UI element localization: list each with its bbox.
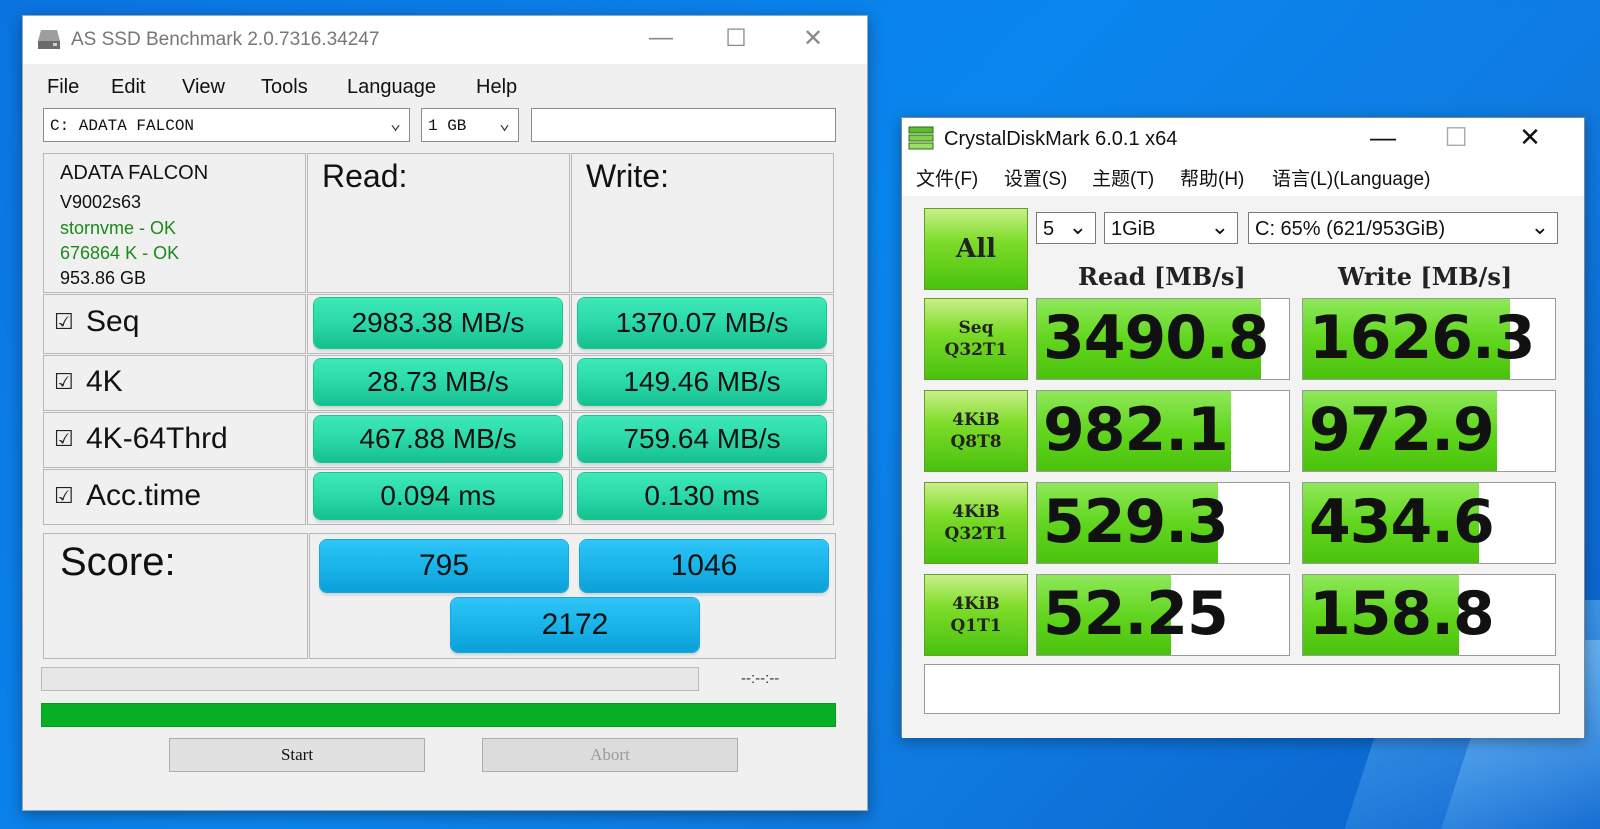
crystaldiskmark-window: CrystalDiskMark 6.0.1 x64 — ☐ ✕ 文件(F) 设置…: [901, 117, 1585, 738]
result-4k-q32t1-read: 529.3: [1036, 482, 1290, 564]
write-column-header: Write [MB/s]: [1338, 262, 1513, 291]
row-seq-label[interactable]: ☑ Seq: [43, 294, 306, 354]
result-value: 149.46 MB/s: [578, 359, 826, 405]
minimize-button[interactable]: —: [1363, 122, 1403, 153]
as-ssd-titlebar[interactable]: AS SSD Benchmark 2.0.7316.34247 — ☐ ✕: [23, 16, 867, 64]
start-button[interactable]: Start: [169, 738, 425, 772]
score-read: 795: [320, 540, 568, 592]
result-seq-read: 3490.8: [1036, 298, 1290, 380]
result-value: 0.094 ms: [314, 473, 562, 519]
abort-button[interactable]: Abort: [482, 738, 738, 772]
cell-acctime-write: 0.130 ms: [571, 469, 834, 525]
test-4k-q32t1-button[interactable]: 4KiB Q32T1: [924, 482, 1028, 564]
result-4k-q8t8-write: 972.9: [1302, 390, 1556, 472]
count-select[interactable]: 5 ⌄: [1036, 212, 1096, 244]
result-value: 0.130 ms: [578, 473, 826, 519]
status-field: [531, 108, 836, 142]
chevron-down-icon: ⌄: [499, 115, 510, 135]
result-value: 28.73 MB/s: [314, 359, 562, 405]
driver-status: stornvme - OK: [60, 218, 177, 238]
cell-4k64-read: 467.88 MB/s: [307, 412, 570, 468]
menu-view[interactable]: View: [182, 76, 225, 99]
result-value: 759.64 MB/s: [578, 416, 826, 462]
row-acctime-label[interactable]: ☑ Acc.time: [43, 469, 306, 525]
menu-tools[interactable]: Tools: [261, 76, 308, 99]
drive-select[interactable]: C: ADATA FALCON ⌄: [43, 108, 410, 142]
chevron-down-icon: ⌄: [1530, 214, 1549, 239]
elapsed-time: --:--:--: [741, 670, 780, 687]
size-select[interactable]: 1 GB ⌄: [421, 108, 519, 142]
disk-stack-icon: [908, 126, 934, 150]
result-value: 467.88 MB/s: [314, 416, 562, 462]
score-label-panel: Score:: [43, 533, 308, 659]
menu-language[interactable]: Language: [347, 76, 436, 99]
menu-file[interactable]: File: [47, 76, 79, 99]
result-value: 2983.38 MB/s: [314, 298, 562, 348]
result-4k-q1t1-read: 52.25: [1036, 574, 1290, 656]
firmware-version: V9002s63: [60, 192, 142, 212]
close-button[interactable]: ✕: [1510, 122, 1550, 153]
run-all-button[interactable]: All: [924, 208, 1028, 290]
maximize-button[interactable]: ☐: [1436, 122, 1476, 153]
cdm-titlebar[interactable]: CrystalDiskMark 6.0.1 x64 — ☐ ✕: [902, 118, 1584, 160]
chevron-down-icon: ⌄: [1068, 214, 1087, 239]
cell-seq-read: 2983.38 MB/s: [307, 294, 570, 354]
menu-help[interactable]: 帮助(H): [1180, 164, 1244, 191]
drive-info-panel: ADATA FALCON V9002s63 stornvme - OK 6768…: [43, 153, 306, 293]
read-column-header: Read [MB/s]: [1078, 262, 1246, 291]
result-seq-write: 1626.3: [1302, 298, 1556, 380]
menu-help[interactable]: Help: [476, 76, 517, 99]
as-ssd-window: AS SSD Benchmark 2.0.7316.34247 — ☐ ✕ Fi…: [22, 15, 868, 811]
row-4k-label[interactable]: ☑ 4K: [43, 355, 306, 411]
minimize-button[interactable]: —: [641, 24, 681, 52]
hard-drive-icon: [38, 30, 60, 49]
maximize-button[interactable]: ☐: [716, 24, 756, 53]
size-select[interactable]: 1GiB ⌄: [1104, 212, 1238, 244]
drive-select[interactable]: C: 65% (621/953GiB) ⌄: [1248, 212, 1558, 244]
result-value: 1370.07 MB/s: [578, 298, 826, 348]
menu-bar: File Edit View Tools Language Help: [23, 76, 867, 106]
menu-edit[interactable]: Edit: [111, 76, 145, 99]
menu-settings[interactable]: 设置(S): [1004, 164, 1067, 191]
cell-4k64-write: 759.64 MB/s: [571, 412, 834, 468]
menu-theme[interactable]: 主题(T): [1092, 164, 1154, 191]
test-progress-bar: [41, 667, 699, 691]
drive-capacity: 953.86 GB: [60, 268, 147, 288]
read-column-header: Read:: [307, 153, 570, 293]
cell-4k-read: 28.73 MB/s: [307, 355, 570, 411]
test-4k-q8t8-button[interactable]: 4KiB Q8T8: [924, 390, 1028, 472]
checkbox-4k[interactable]: ☑: [54, 369, 74, 395]
result-4k-q32t1-write: 434.6: [1302, 482, 1556, 564]
result-4k-q8t8-read: 982.1: [1036, 390, 1290, 472]
close-button[interactable]: ✕: [793, 24, 833, 53]
score-write: 1046: [580, 540, 828, 592]
cell-acctime-read: 0.094 ms: [307, 469, 570, 525]
chevron-down-icon: ⌄: [1210, 214, 1229, 239]
alignment-status: 676864 K - OK: [60, 243, 180, 263]
test-4k-q1t1-button[interactable]: 4KiB Q1T1: [924, 574, 1028, 656]
score-label: Score:: [60, 540, 176, 584]
drive-model: ADATA FALCON: [60, 162, 209, 184]
chevron-down-icon: ⌄: [390, 115, 401, 135]
checkbox-acctime[interactable]: ☑: [54, 483, 74, 509]
comment-field[interactable]: [924, 664, 1560, 714]
overall-progress-bar: [41, 703, 836, 727]
window-title: CrystalDiskMark 6.0.1 x64: [944, 128, 1178, 150]
score-panel: 795 1046 2172: [309, 533, 836, 659]
test-seq-q32t1-button[interactable]: Seq Q32T1: [924, 298, 1028, 380]
write-column-header: Write:: [571, 153, 834, 293]
menu-bar: 文件(F) 设置(S) 主题(T) 帮助(H) 语言(L)(Language): [902, 164, 1584, 194]
menu-language[interactable]: 语言(L)(Language): [1272, 164, 1430, 191]
cell-4k-write: 149.46 MB/s: [571, 355, 834, 411]
checkbox-4k64[interactable]: ☑: [54, 426, 74, 452]
menu-file[interactable]: 文件(F): [916, 164, 978, 191]
row-4k64-label[interactable]: ☑ 4K-64Thrd: [43, 412, 306, 468]
window-title: AS SSD Benchmark 2.0.7316.34247: [71, 29, 380, 50]
cell-seq-write: 1370.07 MB/s: [571, 294, 834, 354]
checkbox-seq[interactable]: ☑: [54, 309, 74, 335]
score-total: 2172: [451, 598, 699, 652]
result-4k-q1t1-write: 158.8: [1302, 574, 1556, 656]
